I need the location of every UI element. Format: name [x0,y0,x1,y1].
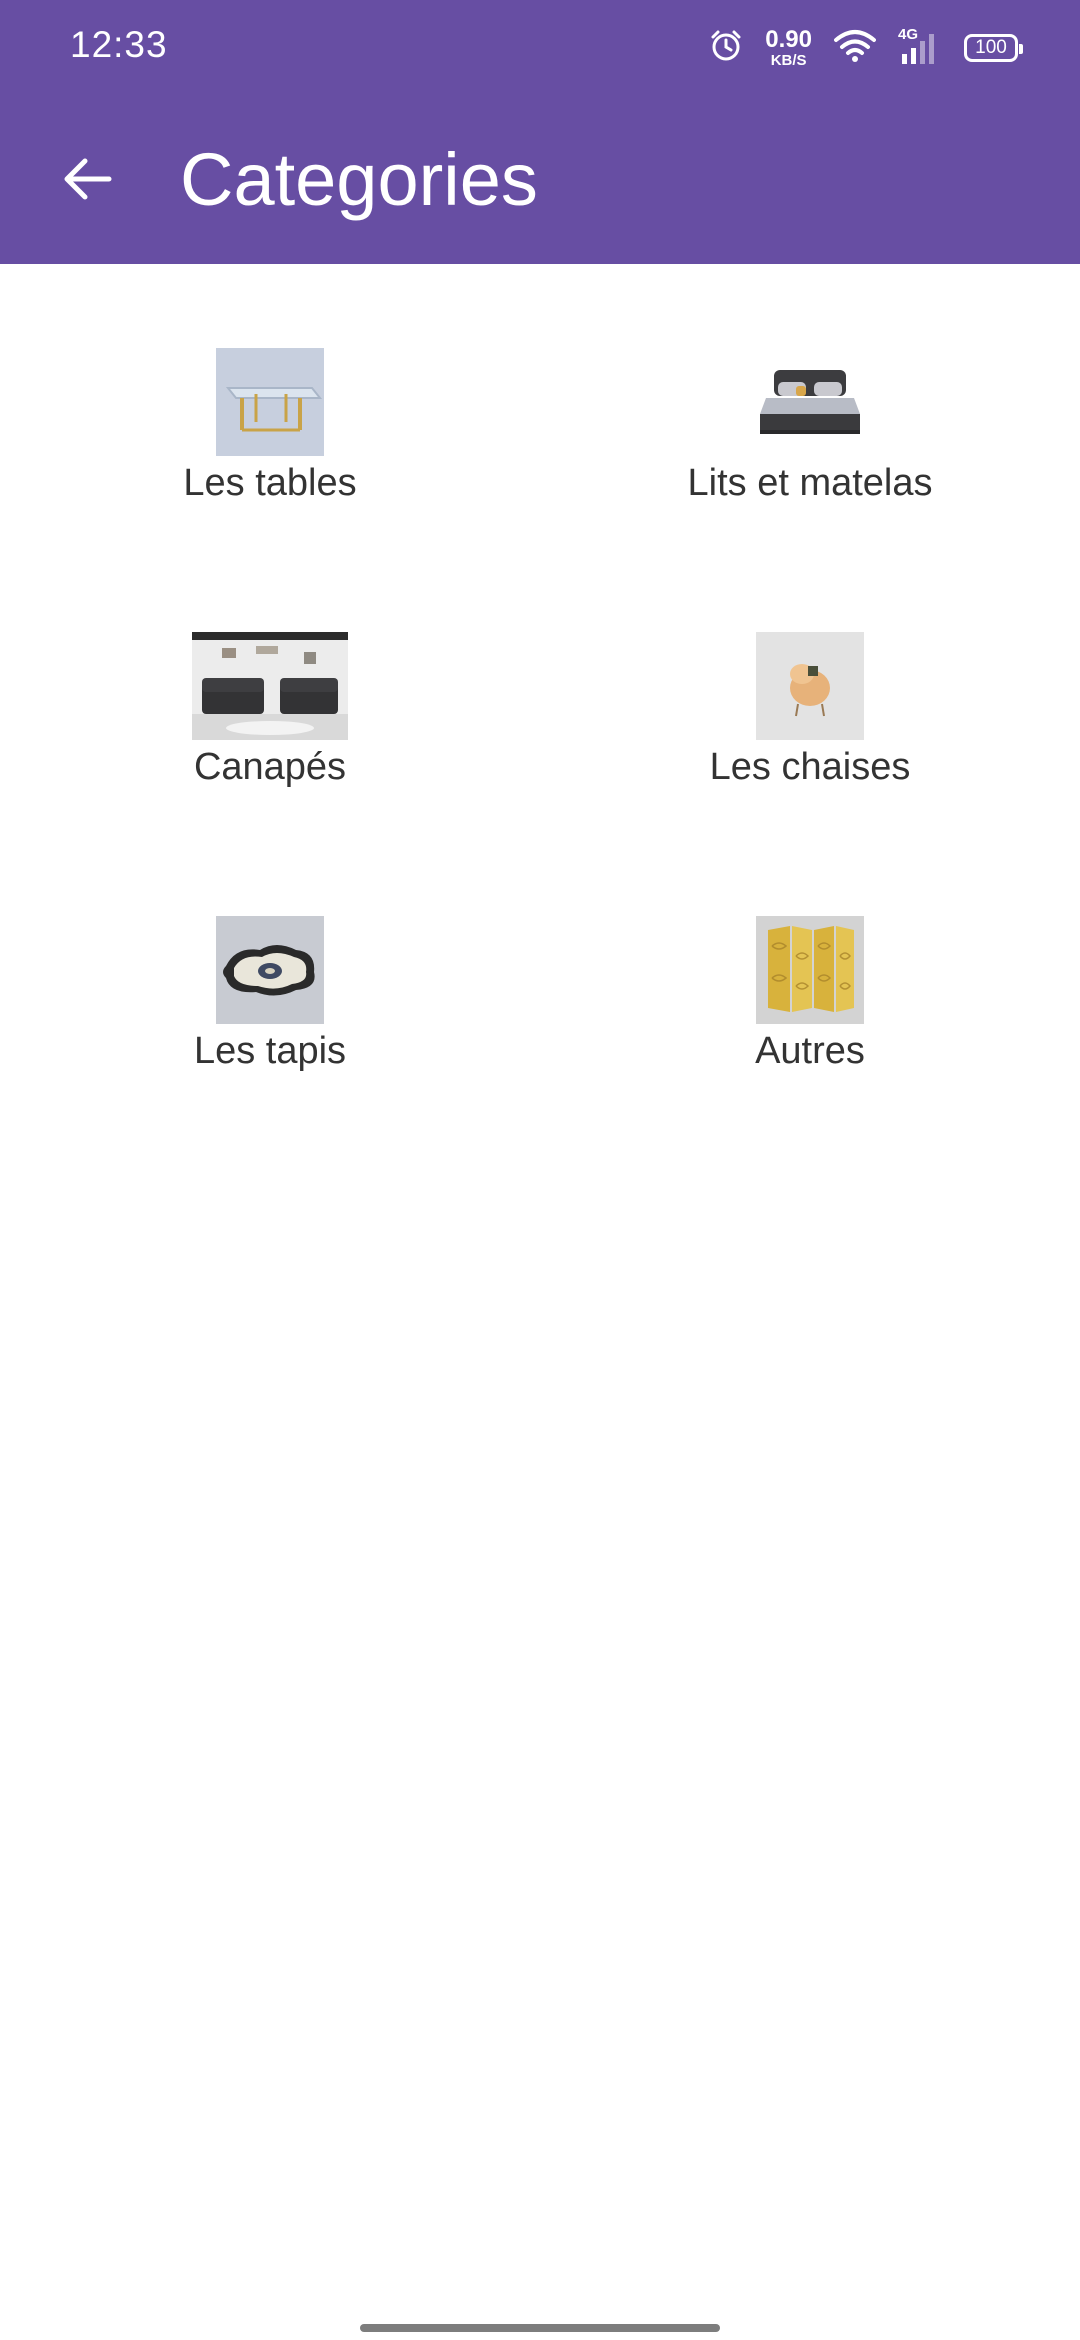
category-canapes[interactable]: Canapés [70,632,470,832]
category-label: Les tables [183,462,357,504]
back-button[interactable] [52,146,122,216]
battery-icon: 100 [964,34,1023,62]
category-les-chaises[interactable]: Les chaises [610,632,1010,832]
chair-image [756,632,864,740]
signal-icon: 4G [898,26,942,66]
category-label: Autres [755,1030,865,1072]
status-bar: 12:33 0.90 KB/S 4G 100 [0,0,1080,96]
category-autres[interactable]: Autres [610,916,1010,1116]
net-speed-unit: KB/S [770,52,807,69]
alarm-icon [709,29,743,68]
net-speed: 0.90 KB/S [765,26,812,69]
category-lits-et-matelas[interactable]: Lits et matelas [610,348,1010,548]
arrow-left-icon [59,151,115,212]
category-les-tables[interactable]: Les tables [70,348,470,548]
category-label: Les chaises [709,746,911,788]
wifi-icon [834,29,876,68]
page-title: Categories [180,138,538,221]
status-icons: 0.90 KB/S 4G 100 [709,24,1023,72]
folding-screen-image [756,916,864,1024]
sofa-image [192,632,348,740]
category-label: Les tapis [193,1030,347,1072]
bed-image [756,348,864,456]
category-label: Canapés [193,746,347,788]
category-label: Lits et matelas [687,462,933,504]
category-les-tapis[interactable]: Les tapis [70,916,470,1116]
net-speed-value: 0.90 [765,26,812,53]
status-time: 12:33 [70,24,168,65]
gesture-bar[interactable] [360,2324,720,2332]
rug-image [216,916,324,1024]
table-image [216,348,324,456]
app-bar: Categories [0,96,1080,264]
